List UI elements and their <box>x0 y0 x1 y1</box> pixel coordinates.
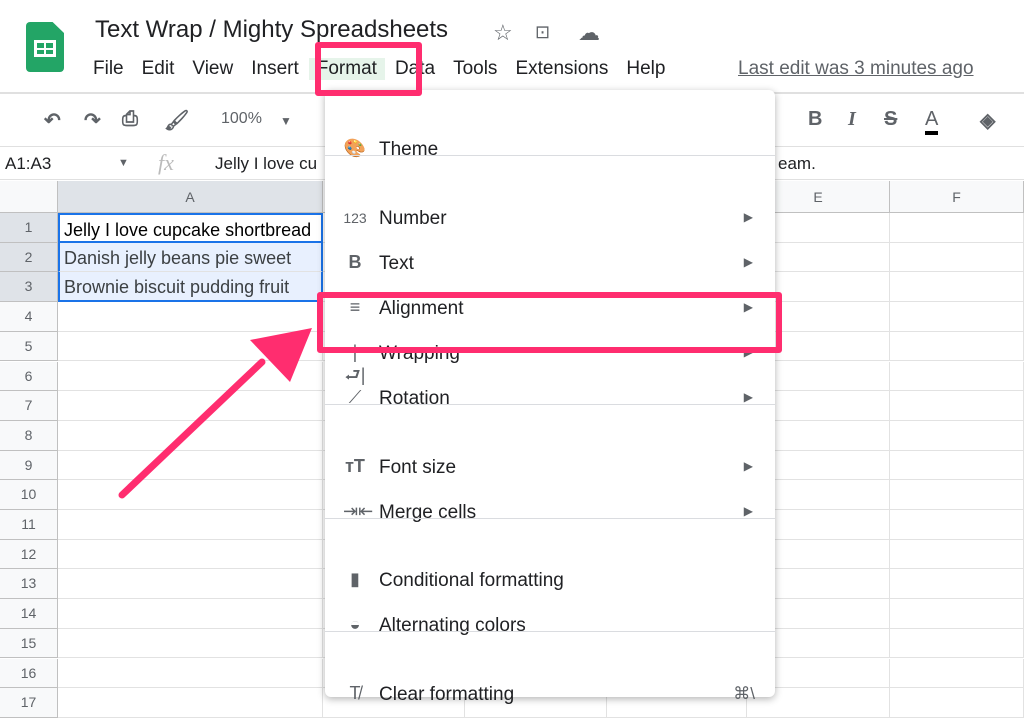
pointer-arrow <box>118 328 312 499</box>
